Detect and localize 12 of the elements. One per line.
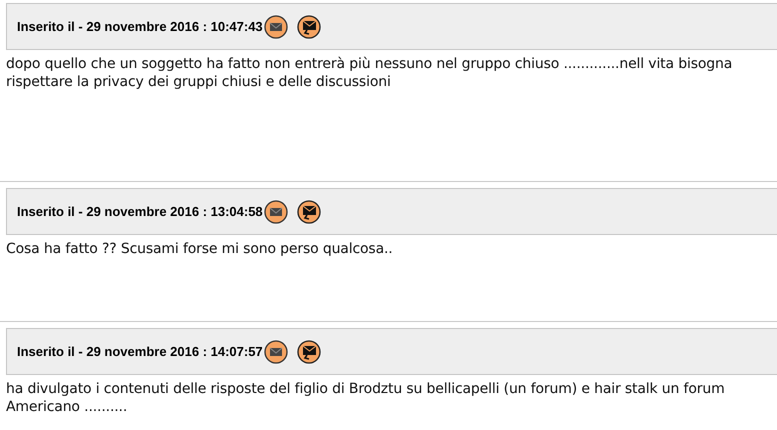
envelope-icon[interactable] <box>264 340 288 364</box>
post-date: Inserito il - 29 novembre 2016 : 10:47:43 <box>17 19 263 34</box>
envelope-icon[interactable] <box>264 200 288 224</box>
envelope-icon[interactable] <box>264 14 288 38</box>
reply-envelope-icon[interactable] <box>296 200 321 224</box>
post-date: Inserito il - 29 novembre 2016 : 14:07:57 <box>17 344 263 359</box>
post-text: ha divulgato i contenuti delle risposte del figlio di Brodztu su bellicapelli (un forum) e hair stalk un forum Americano .......... <box>5 380 726 416</box>
reply-envelope-icon[interactable] <box>296 14 321 38</box>
reply-envelope-icon[interactable] <box>296 340 321 364</box>
post-text: Cosa ha fatto ?? Scusami forse mi sono perso qualcosa.. <box>5 240 394 258</box>
post-date: Inserito il - 29 novembre 2016 : 13:04:58 <box>17 204 263 219</box>
post-text: dopo quello che un soggetto ha fatto non entrerà più nessuno nel gruppo chiuso .............nell vita bisogna rispettare la privacy dei gruppi chiusi e delle discussioni <box>5 55 734 91</box>
